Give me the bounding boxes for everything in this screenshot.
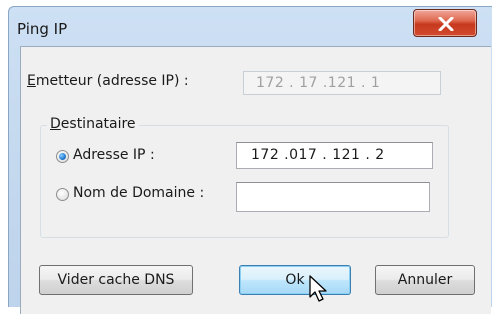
ping-ip-dialog: Ping IP Emetteur (adresse IP) : 172 . 17… (8, 6, 492, 314)
close-x-icon (438, 17, 454, 31)
ok-button[interactable]: Ok (239, 265, 351, 295)
close-button[interactable] (413, 9, 477, 37)
emetteur-label: Emetteur (adresse IP) : (27, 73, 189, 89)
vider-cache-dns-button[interactable]: Vider cache DNS (39, 265, 193, 295)
nom-domaine-radio[interactable] (56, 188, 69, 201)
adresse-ip-label[interactable]: Adresse IP : (73, 147, 155, 163)
title-bar[interactable]: Ping IP (9, 7, 492, 47)
adresse-ip-radio[interactable] (56, 150, 69, 163)
arrow-pointer-icon (309, 275, 327, 302)
dialog-body: Emetteur (adresse IP) : 172 . 17 .121 . … (20, 46, 491, 314)
destinataire-group-label: Destinataire (47, 116, 139, 132)
annuler-button[interactable]: Annuler (375, 265, 475, 295)
nom-domaine-input[interactable] (236, 182, 430, 212)
radio-selected-dot (59, 153, 66, 160)
adresse-ip-input[interactable]: 172 .017 . 121 . 2 (236, 142, 433, 169)
window-title: Ping IP (17, 20, 68, 38)
emetteur-ip-field: 172 . 17 .121 . 1 (243, 71, 441, 95)
nom-domaine-label[interactable]: Nom de Domaine : (73, 185, 204, 201)
